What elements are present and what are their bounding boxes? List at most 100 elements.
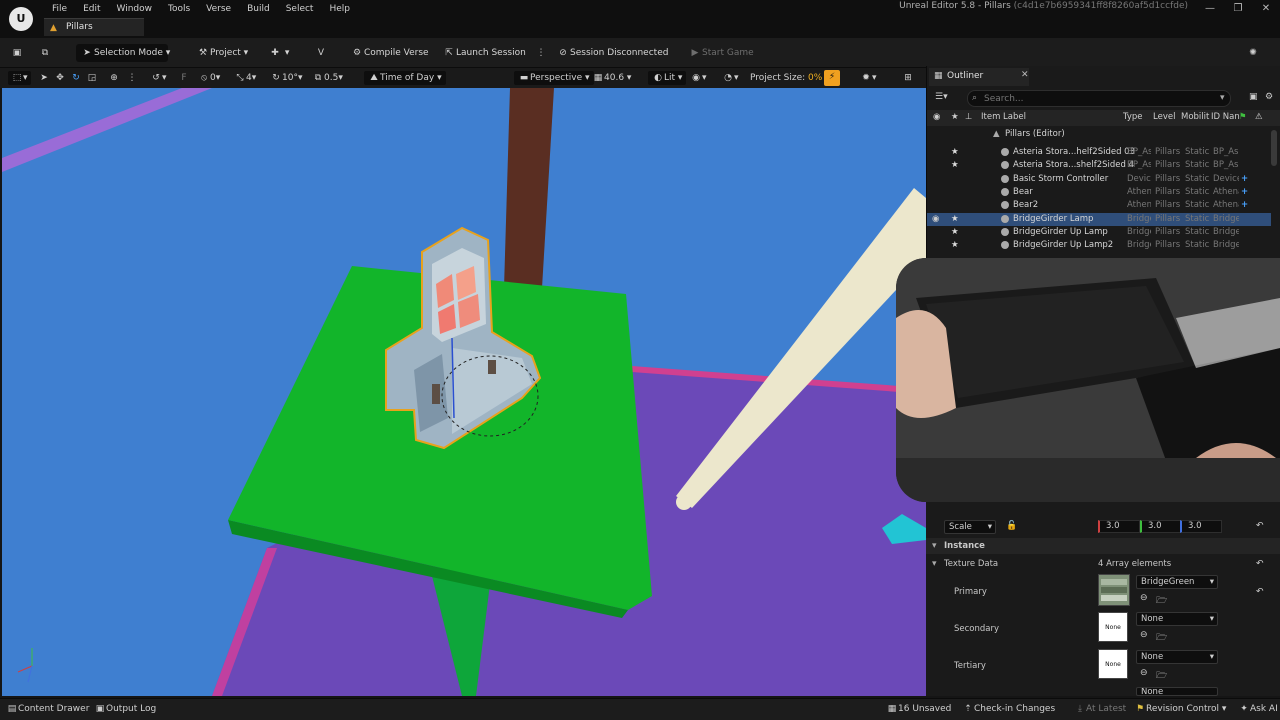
launch-session-button[interactable]: ⇱ Launch Session: [442, 44, 526, 62]
level-tab[interactable]: ▲ Pillars: [44, 18, 144, 36]
unsaved-button[interactable]: ▦ 16 Unsaved: [886, 704, 952, 714]
select-tool-icon[interactable]: ➤: [38, 71, 50, 85]
col-type[interactable]: Type: [1123, 112, 1143, 122]
scale-x-field[interactable]: 3.0: [1098, 520, 1140, 533]
menu-help[interactable]: Help: [321, 2, 358, 16]
start-game-button[interactable]: ▶ Start Game: [688, 44, 754, 62]
world-local-icon[interactable]: ⊕: [108, 71, 120, 85]
pin-col-icon[interactable]: ⊥: [965, 112, 972, 122]
performance-dropdown[interactable]: ◔ ▾: [722, 71, 738, 85]
fourth-asset-dropdown[interactable]: None: [1136, 687, 1218, 696]
scale-mode-dropdown[interactable]: Scale ▾: [944, 520, 996, 534]
tertiary-thumbnail[interactable]: None: [1098, 649, 1128, 679]
visibility-col-icon[interactable]: ◉: [933, 112, 940, 122]
col-id[interactable]: ID Nan: [1211, 112, 1240, 122]
favorite-icon[interactable]: ★: [951, 239, 959, 252]
realtime-icon[interactable]: ⚡: [824, 70, 840, 86]
rotation-mode-dropdown[interactable]: ↺ ▾: [150, 71, 166, 85]
outliner-row[interactable]: ◉★BridgeGirder LampBridgePillarsStaticBr…: [927, 212, 1271, 226]
instance-section-header[interactable]: ▾ Instance: [926, 538, 1280, 554]
at-latest-status[interactable]: ⤓ At Latest: [1074, 704, 1126, 714]
fov-field[interactable]: ▦ 40.6 ▾: [592, 71, 632, 85]
revision-control-button[interactable]: ⚑ Revision Control ▾: [1134, 704, 1226, 714]
close-icon[interactable]: ✕: [1021, 70, 1029, 80]
add-icon[interactable]: +: [1241, 173, 1248, 186]
browse-icon[interactable]: 🗁: [1156, 630, 1167, 646]
restore-icon[interactable]: ❐: [1224, 2, 1252, 16]
close-icon[interactable]: ✕: [1252, 2, 1280, 16]
selection-mode-dropdown[interactable]: ➤ Selection Mode ▾: [76, 44, 170, 62]
session-options-icon[interactable]: ⋮: [534, 44, 548, 62]
use-selected-icon[interactable]: ⊖: [1140, 593, 1148, 603]
warning-col-icon[interactable]: ⚠: [1255, 112, 1263, 122]
outliner-row[interactable]: BearAthenaPillarsStaticAthena+: [927, 186, 1271, 199]
add-icon[interactable]: +: [1241, 199, 1248, 212]
rotate-tool-icon[interactable]: ↻: [70, 71, 82, 85]
menu-verse[interactable]: Verse: [198, 2, 239, 16]
add-icon[interactable]: +: [1241, 186, 1248, 199]
browse-icon[interactable]: 🗁: [1156, 593, 1167, 609]
search-input[interactable]: [984, 93, 1204, 105]
outliner-search[interactable]: ⌕ ▾: [967, 90, 1231, 107]
scale-z-field[interactable]: 3.0: [1180, 520, 1222, 533]
collab-icon[interactable]: ✺: [1246, 44, 1260, 62]
menu-select[interactable]: Select: [278, 2, 322, 16]
chevron-down-icon[interactable]: ▾: [932, 559, 937, 569]
menu-tools[interactable]: Tools: [160, 2, 198, 16]
reset-scale-icon[interactable]: ↶: [1256, 521, 1264, 531]
outliner-row[interactable]: Basic Storm Controller Device Pillars Stati…: [927, 173, 1271, 186]
grid-snap[interactable]: ⤡ 4▾: [234, 71, 256, 85]
outliner-scrollbar[interactable]: [1271, 130, 1277, 166]
output-log-button[interactable]: ▣ Output Log: [94, 704, 156, 714]
minimize-icon[interactable]: —: [1196, 2, 1224, 16]
primary-thumbnail[interactable]: [1098, 574, 1130, 606]
revision-col-icon[interactable]: ⚑: [1239, 112, 1247, 122]
transform-mode-dropdown[interactable]: ⬚ ▾: [8, 71, 31, 85]
favorite-icon[interactable]: ★: [951, 146, 959, 159]
outliner-row[interactable]: ★ BridgeGirder Up Lamp Bridge Pillars Static…: [927, 226, 1271, 239]
outliner-settings-icon[interactable]: ⚙: [1265, 92, 1273, 102]
use-selected-icon[interactable]: ⊖: [1140, 668, 1148, 678]
lit-dropdown[interactable]: ◐ Lit ▾: [648, 71, 687, 85]
outliner-row[interactable]: ★ Asteria Stora...shelf2Sided 4 BP_As Pilla…: [927, 159, 1271, 172]
favorite-col-icon[interactable]: ★: [951, 112, 959, 122]
show-flags-dropdown[interactable]: ◉ ▾: [690, 71, 706, 85]
browse-icon[interactable]: 🗁: [1156, 668, 1167, 684]
visibility-icon[interactable]: ◉: [932, 213, 939, 226]
translate-tool-icon[interactable]: ✥: [54, 71, 66, 85]
angle-snap[interactable]: ↻ 10°▾: [270, 71, 302, 85]
project-dropdown[interactable]: ⚒ Project ▾: [196, 44, 248, 62]
outliner-root-row[interactable]: ▲ Pillars (Editor): [927, 128, 1271, 141]
outliner-tab[interactable]: ▦ Outliner ✕: [929, 68, 1029, 86]
check-in-button[interactable]: ⇡ Check-in Changes: [962, 704, 1055, 714]
ask-ai-button[interactable]: ✦ Ask AI: [1238, 704, 1278, 714]
lock-icon[interactable]: 🔓: [1006, 521, 1017, 531]
verse-icon[interactable]: V: [314, 44, 328, 62]
unreal-logo-icon[interactable]: U: [9, 7, 33, 31]
perspective-dropdown[interactable]: ▬ Perspective ▾: [514, 71, 594, 85]
scale-snap[interactable]: ⧉ 0.5▾: [312, 71, 343, 85]
snap-icon[interactable]: F: [178, 71, 190, 85]
tertiary-asset-dropdown[interactable]: None ▾: [1136, 650, 1218, 664]
outliner-row[interactable]: ★ Asteria Stora...helf2Sided 03 BP_As Pilla…: [927, 146, 1271, 159]
favorite-icon[interactable]: ★: [951, 159, 959, 172]
secondary-asset-dropdown[interactable]: None ▾: [1136, 612, 1218, 626]
outliner-row[interactable]: ★ BridgeGirder Up Lamp2 Bridge Pillars Stati…: [927, 239, 1271, 252]
scale-tool-icon[interactable]: ◲: [86, 71, 98, 85]
reset-texture-icon[interactable]: ↶: [1256, 559, 1264, 569]
menu-file[interactable]: File: [44, 2, 75, 16]
menu-edit[interactable]: Edit: [75, 2, 108, 16]
add-content-dropdown[interactable]: ✚ ▾: [268, 44, 289, 62]
content-browse-icon[interactable]: ⧉: [38, 44, 52, 62]
favorite-icon[interactable]: ★: [951, 213, 959, 226]
favorite-icon[interactable]: ★: [951, 226, 959, 239]
rotation-snap[interactable]: ⦸ 0▾: [198, 71, 220, 85]
menu-build[interactable]: Build: [239, 2, 278, 16]
use-selected-icon[interactable]: ⊖: [1140, 630, 1148, 640]
chevron-down-icon[interactable]: ▾: [1220, 93, 1225, 103]
menu-window[interactable]: Window: [109, 2, 161, 16]
settings-icon[interactable]: ✹ ▾: [860, 71, 876, 85]
filter-icon[interactable]: ☰▾: [935, 92, 948, 102]
col-mobility[interactable]: Mobilit: [1181, 112, 1209, 122]
outliner-row[interactable]: Bear2AthenaPillarsStaticAthena+: [927, 199, 1271, 212]
